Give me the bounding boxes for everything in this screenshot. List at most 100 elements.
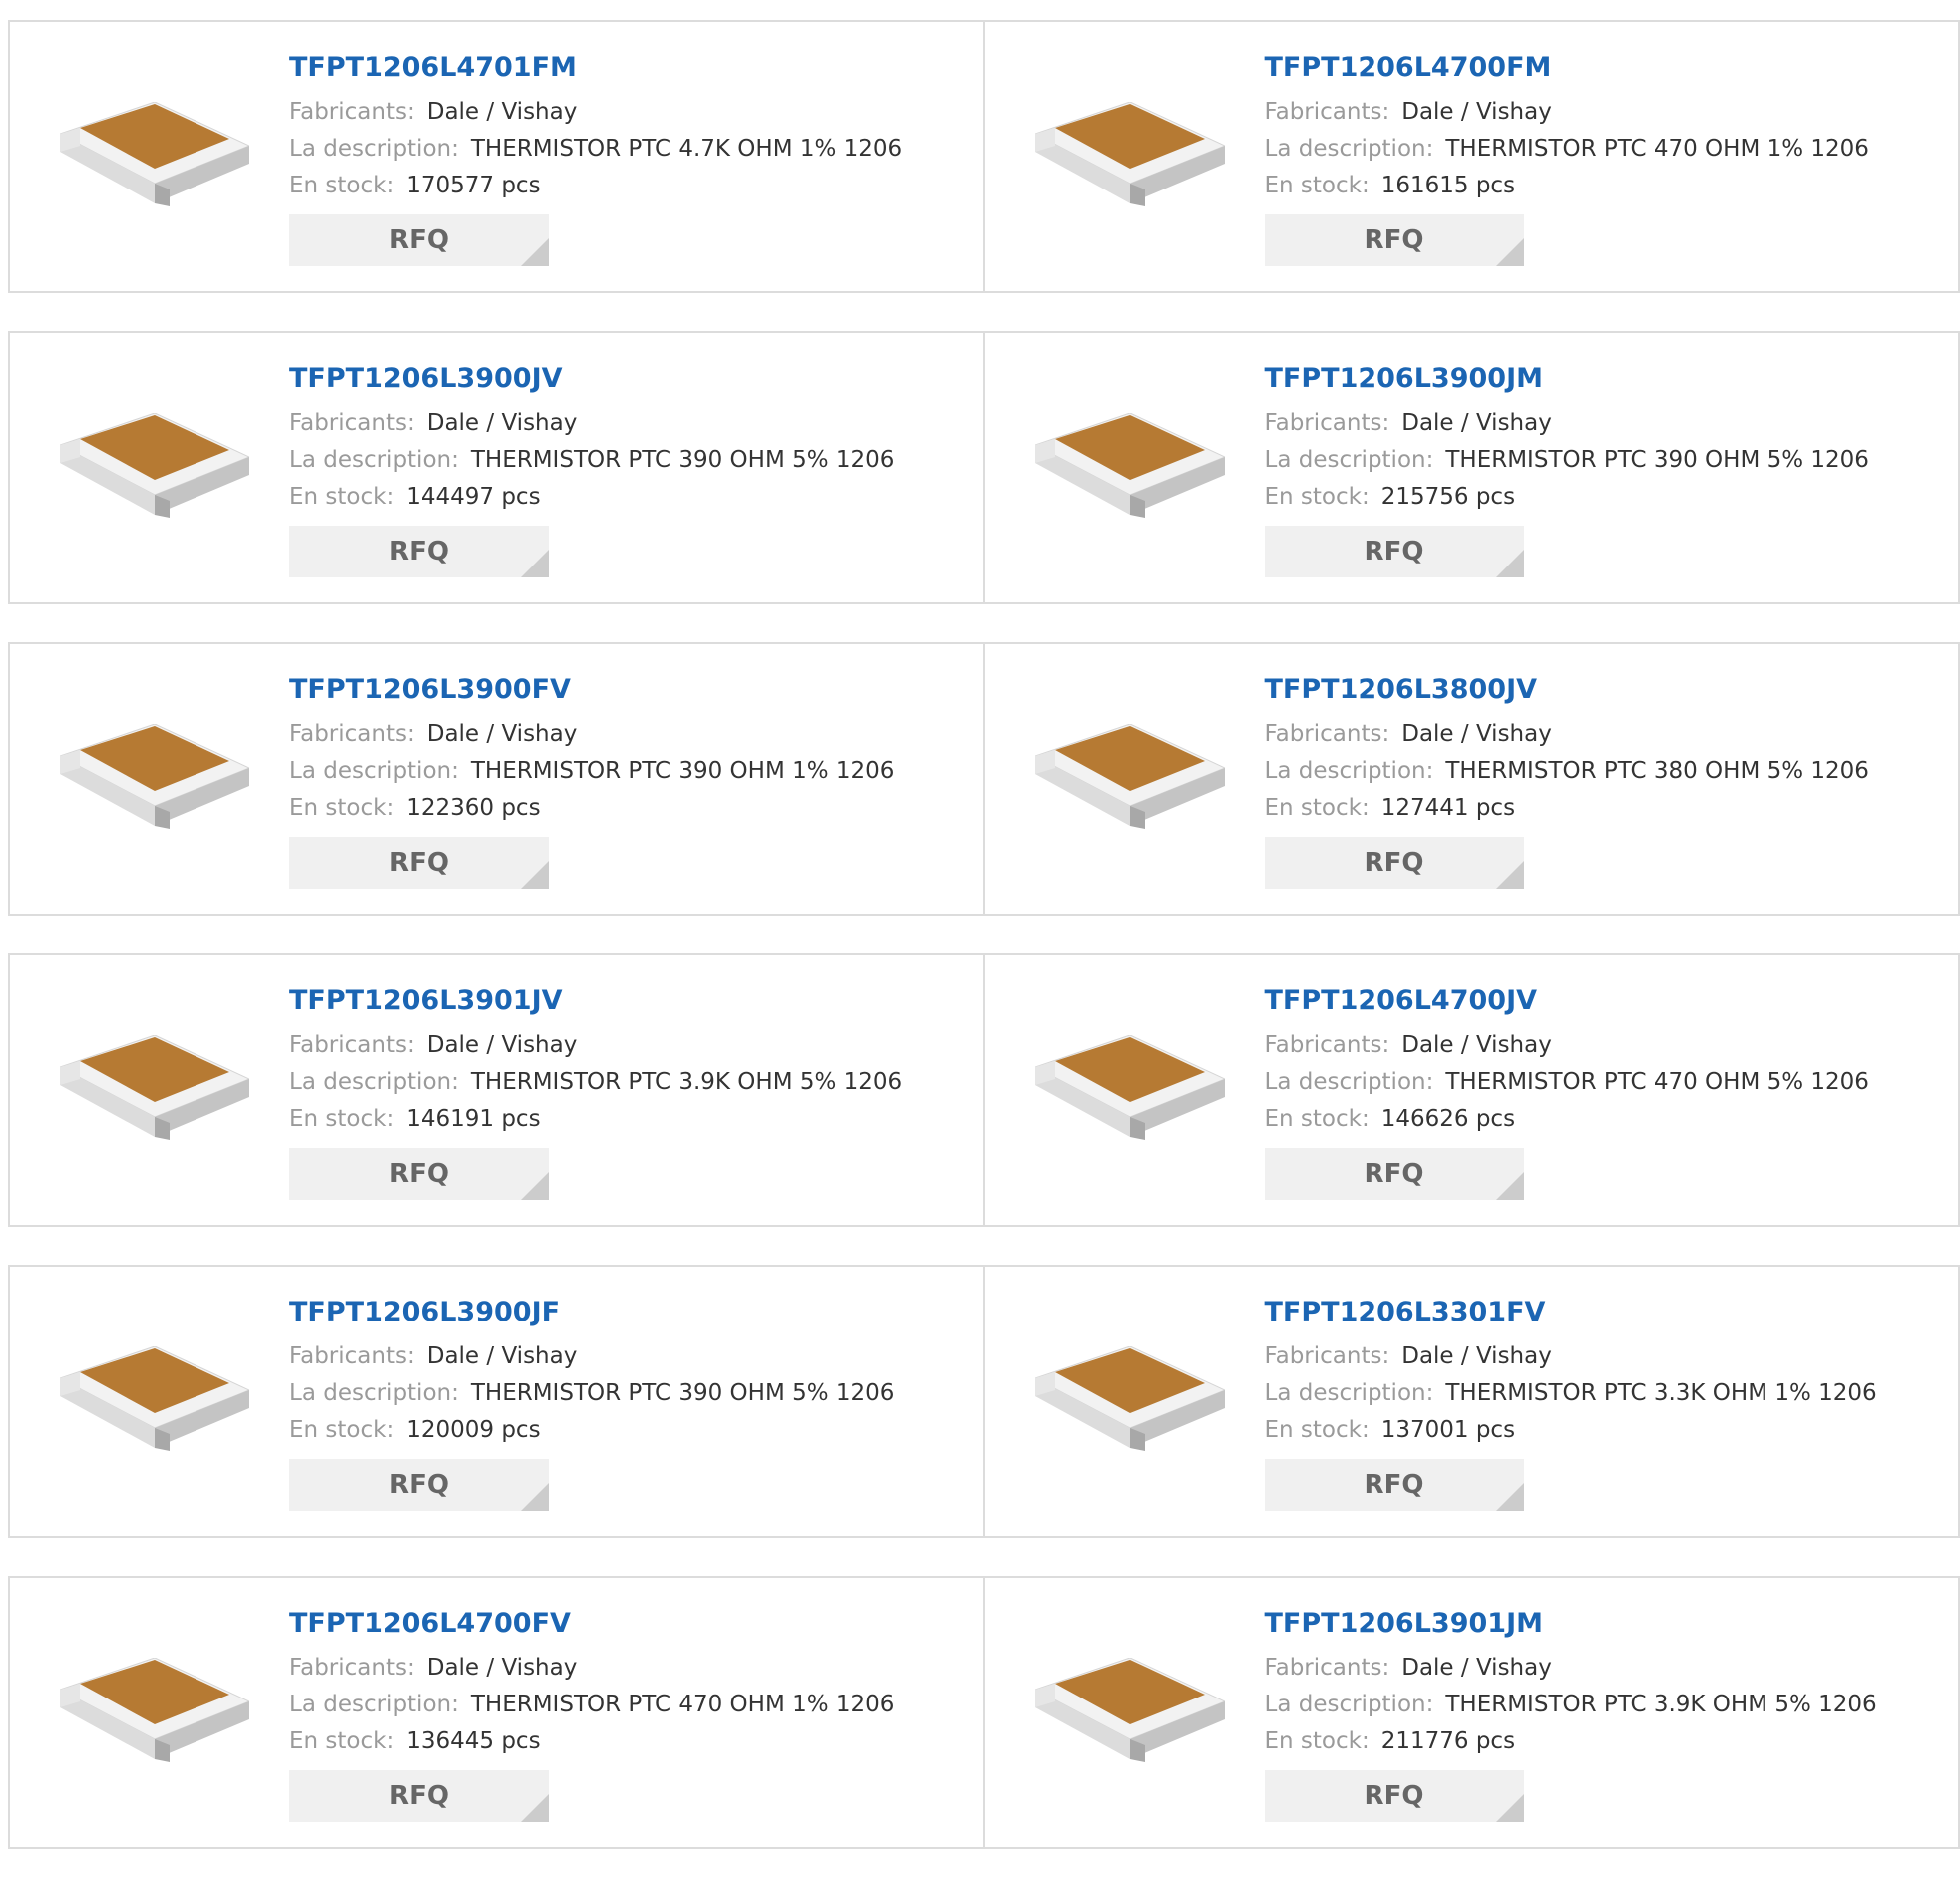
stock-label: En stock:: [289, 795, 395, 821]
stock-row: En stock: 170577 pcs: [289, 168, 974, 204]
description-label: La description:: [289, 447, 459, 473]
smd-chip-resistor-icon[interactable]: [1034, 724, 1225, 834]
description-label: La description:: [289, 1692, 459, 1717]
rfq-button[interactable]: RFQ: [1264, 214, 1524, 266]
description-value: THERMISTOR PTC 390 OHM 5% 1206: [470, 447, 895, 473]
stock-value: 127441 pcs: [1380, 795, 1516, 821]
corner-triangle-icon: [521, 861, 549, 889]
product-card: TFPT1206L3900JV Fabricants: Dale / Vishay…: [10, 333, 983, 602]
stock-label: En stock:: [289, 1417, 395, 1443]
product-info: TFPT1206L3301FV Fabricants: Dale / Vishay…: [1264, 1293, 1949, 1511]
smd-chip-resistor-icon[interactable]: [1034, 1346, 1225, 1456]
rfq-button[interactable]: RFQ: [289, 1770, 549, 1822]
manufacturer-label: Fabricants:: [289, 99, 415, 125]
smd-chip-resistor-icon[interactable]: [1034, 1658, 1225, 1767]
stock-row: En stock: 137001 pcs: [1265, 1412, 1949, 1449]
part-number-link[interactable]: TFPT1206L4700JV: [1265, 981, 1949, 1021]
part-number-link[interactable]: TFPT1206L4700FM: [1265, 48, 1949, 88]
stock-row: En stock: 161615 pcs: [1265, 168, 1949, 204]
stock-row: En stock: 146191 pcs: [289, 1101, 974, 1138]
product-row: TFPT1206L4701FM Fabricants: Dale / Vishay…: [8, 20, 1960, 293]
description-value: THERMISTOR PTC 390 OHM 1% 1206: [470, 758, 895, 784]
manufacturer-label: Fabricants:: [289, 1655, 415, 1681]
product-row: TFPT1206L4700FV Fabricants: Dale / Vishay…: [8, 1576, 1960, 1849]
corner-triangle-icon: [521, 238, 549, 266]
product-row: TFPT1206L3900JF Fabricants: Dale / Vishay…: [8, 1265, 1960, 1538]
corner-triangle-icon: [1495, 550, 1524, 577]
stock-value: 215756 pcs: [1380, 484, 1516, 510]
smd-chip-resistor-icon[interactable]: [60, 1035, 249, 1145]
description-value: THERMISTOR PTC 4.7K OHM 1% 1206: [470, 136, 903, 162]
part-number-link[interactable]: TFPT1206L4701FM: [289, 48, 974, 88]
manufacturer-value: Dale / Vishay: [426, 1343, 578, 1369]
smd-chip-resistor-icon[interactable]: [1034, 413, 1225, 523]
part-number-link[interactable]: TFPT1206L4700FV: [289, 1604, 974, 1644]
description-value: THERMISTOR PTC 380 OHM 5% 1206: [1445, 758, 1869, 784]
rfq-button[interactable]: RFQ: [1264, 1148, 1524, 1200]
stock-row: En stock: 120009 pcs: [289, 1412, 974, 1449]
stock-label: En stock:: [1264, 795, 1370, 821]
rfq-button-label: RFQ: [1364, 1159, 1424, 1189]
description-label: La description:: [1264, 758, 1434, 784]
description-row: La description: THERMISTOR PTC 390 OHM 5%…: [289, 1375, 974, 1412]
rfq-button[interactable]: RFQ: [289, 526, 549, 577]
manufacturer-row: Fabricants: Dale / Vishay: [1265, 405, 1949, 442]
manufacturer-value: Dale / Vishay: [1401, 410, 1552, 436]
product-info: TFPT1206L4701FM Fabricants: Dale / Vishay…: [289, 48, 974, 266]
rfq-button[interactable]: RFQ: [1264, 1459, 1524, 1511]
rfq-button[interactable]: RFQ: [289, 1459, 549, 1511]
product-card: TFPT1206L3301FV Fabricants: Dale / Vishay…: [982, 1267, 1959, 1536]
part-number-link[interactable]: TFPT1206L3901JM: [1265, 1604, 1949, 1644]
rfq-button[interactable]: RFQ: [289, 214, 549, 266]
product-info: TFPT1206L3900JV Fabricants: Dale / Vishay…: [289, 359, 974, 577]
description-label: La description:: [1264, 447, 1434, 473]
smd-chip-resistor-icon[interactable]: [1034, 102, 1225, 211]
manufacturer-label: Fabricants:: [1264, 1343, 1390, 1369]
corner-triangle-icon: [1495, 1794, 1524, 1822]
manufacturer-row: Fabricants: Dale / Vishay: [1265, 716, 1949, 753]
manufacturer-row: Fabricants: Dale / Vishay: [1265, 1027, 1949, 1064]
description-value: THERMISTOR PTC 3.9K OHM 5% 1206: [1445, 1692, 1877, 1717]
smd-chip-resistor-icon[interactable]: [60, 724, 249, 834]
product-card: TFPT1206L3900JM Fabricants: Dale / Vishay…: [982, 333, 1959, 602]
product-card: TFPT1206L4701FM Fabricants: Dale / Vishay…: [10, 22, 983, 291]
part-number-link[interactable]: TFPT1206L3800JV: [1265, 670, 1949, 710]
description-row: La description: THERMISTOR PTC 4.7K OHM 1…: [289, 131, 974, 168]
rfq-button[interactable]: RFQ: [1264, 1770, 1524, 1822]
rfq-button-label: RFQ: [1364, 848, 1424, 878]
description-label: La description:: [289, 1069, 459, 1095]
description-label: La description:: [1264, 1380, 1434, 1406]
stock-value: 146191 pcs: [406, 1106, 541, 1132]
stock-label: En stock:: [1264, 1417, 1370, 1443]
product-row: TFPT1206L3900FV Fabricants: Dale / Vishay…: [8, 642, 1960, 916]
smd-chip-resistor-icon[interactable]: [60, 1658, 249, 1767]
description-row: La description: THERMISTOR PTC 390 OHM 5%…: [289, 442, 974, 479]
part-number-link[interactable]: TFPT1206L3900JM: [1265, 359, 1949, 399]
smd-chip-resistor-icon[interactable]: [60, 413, 249, 523]
part-number-link[interactable]: TFPT1206L3900JV: [289, 359, 974, 399]
rfq-button[interactable]: RFQ: [1264, 837, 1524, 889]
product-info: TFPT1206L4700FV Fabricants: Dale / Vishay…: [289, 1604, 974, 1822]
part-number-link[interactable]: TFPT1206L3900FV: [289, 670, 974, 710]
manufacturer-label: Fabricants:: [289, 410, 415, 436]
description-row: La description: THERMISTOR PTC 470 OHM 5%…: [1265, 1064, 1949, 1101]
description-value: THERMISTOR PTC 390 OHM 5% 1206: [470, 1380, 895, 1406]
description-row: La description: THERMISTOR PTC 3.9K OHM 5…: [289, 1064, 974, 1101]
part-number-link[interactable]: TFPT1206L3901JV: [289, 981, 974, 1021]
part-number-link[interactable]: TFPT1206L3900JF: [289, 1293, 974, 1332]
rfq-button[interactable]: RFQ: [289, 1148, 549, 1200]
stock-row: En stock: 215756 pcs: [1265, 479, 1949, 516]
smd-chip-resistor-icon[interactable]: [60, 102, 249, 211]
rfq-button[interactable]: RFQ: [289, 837, 549, 889]
corner-triangle-icon: [521, 1172, 549, 1200]
product-card: TFPT1206L3900JF Fabricants: Dale / Vishay…: [10, 1267, 983, 1536]
manufacturer-row: Fabricants: Dale / Vishay: [1265, 1650, 1949, 1687]
stock-label: En stock:: [1264, 1106, 1370, 1132]
rfq-button[interactable]: RFQ: [1264, 526, 1524, 577]
rfq-button-label: RFQ: [389, 537, 449, 566]
part-number-link[interactable]: TFPT1206L3301FV: [1265, 1293, 1949, 1332]
smd-chip-resistor-icon[interactable]: [60, 1346, 249, 1456]
smd-chip-resistor-icon[interactable]: [1034, 1035, 1225, 1145]
stock-label: En stock:: [1264, 484, 1370, 510]
product-card: TFPT1206L3901JV Fabricants: Dale / Vishay…: [10, 955, 983, 1225]
